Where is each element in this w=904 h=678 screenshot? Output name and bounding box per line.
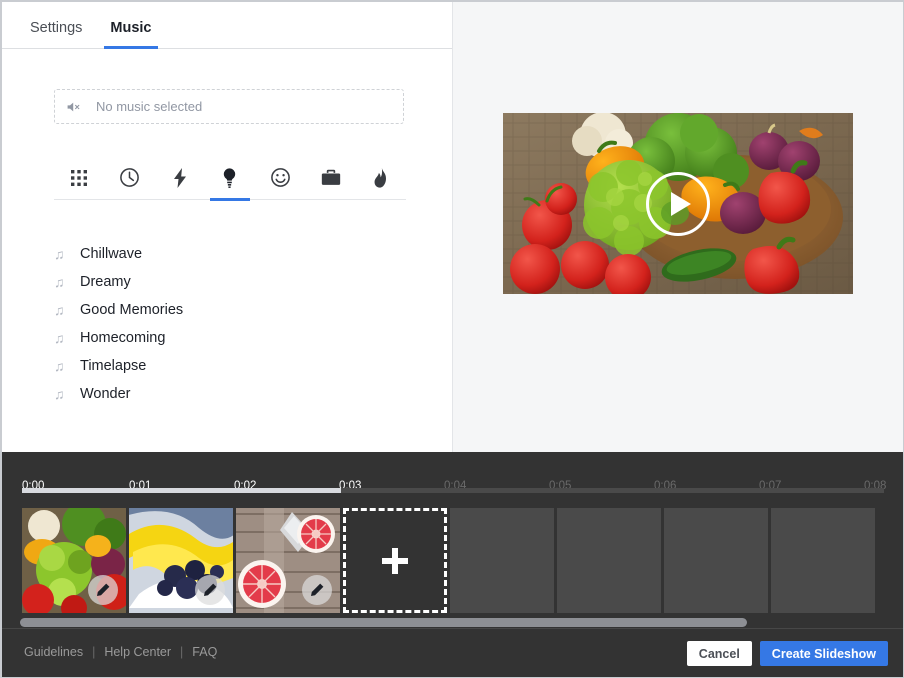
pencil-icon (95, 582, 111, 598)
slide-thumbnail-2[interactable] (129, 508, 233, 613)
edit-slide-button[interactable] (88, 575, 118, 605)
slide-slot-empty[interactable] (771, 508, 875, 613)
footer-buttons: Cancel Create Slideshow (687, 641, 888, 666)
link-guidelines[interactable]: Guidelines (24, 645, 83, 659)
timeline-progress-fill (22, 488, 341, 493)
timeline-scrollbar-thumb[interactable] (20, 618, 747, 627)
pencil-icon (309, 582, 325, 598)
slide-thumbnail-3[interactable] (236, 508, 340, 613)
genre-trending[interactable] (356, 160, 406, 200)
track-label: Good Memories (74, 302, 183, 318)
slide-slot-empty[interactable] (450, 508, 554, 613)
create-slideshow-button[interactable]: Create Slideshow (760, 641, 888, 666)
bolt-icon (172, 167, 188, 194)
timeline-progress-track[interactable] (22, 488, 884, 493)
genre-inspirational[interactable] (205, 160, 255, 200)
pencil-icon (202, 582, 218, 598)
tab-bar: Settings Music (2, 2, 452, 49)
smiley-icon (270, 167, 291, 193)
genre-business[interactable] (305, 160, 355, 200)
plus-icon (382, 548, 408, 574)
music-note-icon: ♫ (54, 247, 74, 261)
tab-settings[interactable]: Settings (16, 21, 96, 49)
speaker-mute-icon (66, 100, 82, 114)
list-item[interactable]: ♫ Good Memories (54, 296, 406, 324)
slide-slot-empty[interactable] (557, 508, 661, 613)
music-selection-field[interactable]: No music selected (54, 89, 404, 124)
list-item[interactable]: ♫ Timelapse (54, 352, 406, 380)
tab-music-label: Music (110, 20, 151, 36)
list-item[interactable]: ♫ Wonder (54, 380, 406, 408)
list-item[interactable]: ♫ Chillwave (54, 240, 406, 268)
genre-energetic[interactable] (155, 160, 205, 200)
slideshow-creator-dialog: Settings Music No music selected (0, 0, 904, 678)
left-panel: Settings Music No music selected (2, 2, 453, 452)
music-note-icon: ♫ (54, 387, 74, 401)
slide-thumbnail-1[interactable] (22, 508, 126, 613)
genre-active-indicator (210, 198, 250, 201)
top-region: Settings Music No music selected (2, 2, 904, 452)
video-preview[interactable] (503, 113, 853, 294)
genre-tab-row (54, 160, 406, 200)
play-button[interactable] (646, 172, 710, 236)
list-item[interactable]: ♫ Homecoming (54, 324, 406, 352)
link-faq[interactable]: FAQ (192, 645, 217, 659)
tab-settings-label: Settings (30, 20, 82, 36)
flame-icon (371, 167, 390, 194)
list-item[interactable]: ♫ Dreamy (54, 268, 406, 296)
footer-separator: | (92, 645, 95, 659)
music-selection-label: No music selected (96, 99, 202, 114)
track-label: Homecoming (74, 330, 165, 346)
edit-slide-button[interactable] (195, 575, 225, 605)
dialog-footer: Guidelines | Help Center | FAQ Cancel Cr… (2, 628, 904, 678)
timeline-panel: 0:000:010:020:030:040:050:060:070:08 (2, 452, 904, 628)
music-note-icon: ♫ (54, 275, 74, 289)
play-icon (671, 192, 691, 216)
briefcase-icon (320, 168, 342, 192)
music-note-icon: ♫ (54, 303, 74, 317)
footer-separator: | (180, 645, 183, 659)
music-note-icon: ♫ (54, 359, 74, 373)
footer-links: Guidelines | Help Center | FAQ (24, 645, 217, 659)
preview-panel (453, 2, 904, 452)
track-label: Timelapse (74, 358, 146, 374)
timeline-scrollbar[interactable] (20, 618, 886, 627)
genre-underline (54, 199, 406, 200)
track-label: Wonder (74, 386, 131, 402)
tab-music[interactable]: Music (96, 21, 165, 49)
genre-recent[interactable] (104, 160, 154, 200)
grid-icon (70, 169, 88, 192)
slide-strip (22, 508, 884, 613)
edit-slide-button[interactable] (302, 575, 332, 605)
track-label: Dreamy (74, 274, 131, 290)
genre-happy[interactable] (255, 160, 305, 200)
track-label: Chillwave (74, 246, 142, 262)
slide-slot-empty[interactable] (664, 508, 768, 613)
cancel-button[interactable]: Cancel (687, 641, 752, 666)
music-track-list: ♫ Chillwave ♫ Dreamy ♫ Good Memories ♫ H… (54, 240, 406, 408)
add-slide-button[interactable] (343, 508, 447, 613)
genre-all[interactable] (54, 160, 104, 200)
lightbulb-icon (221, 167, 238, 194)
music-note-icon: ♫ (54, 331, 74, 345)
link-help-center[interactable]: Help Center (104, 645, 171, 659)
clock-icon (119, 167, 140, 193)
